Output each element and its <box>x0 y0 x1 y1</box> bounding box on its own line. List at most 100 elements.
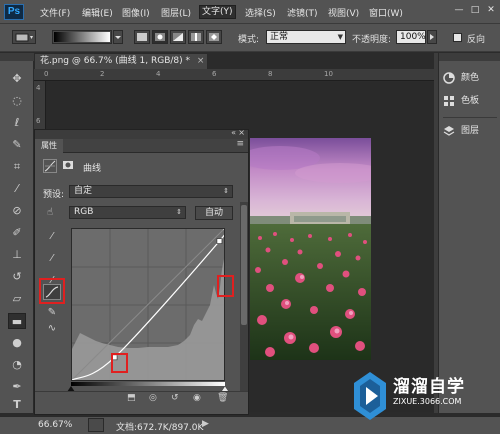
chevron-down-icon: ⇕ <box>223 187 229 195</box>
mask-icon[interactable] <box>61 159 75 173</box>
preset-select[interactable]: 自定 ⇕ <box>69 185 233 198</box>
gradient-picker[interactable] <box>52 30 112 44</box>
brush-tool-icon[interactable]: ✐ <box>8 225 26 241</box>
tab-properties[interactable]: 属性 <box>35 139 63 153</box>
menu-edit[interactable]: 编辑(E) <box>82 6 113 20</box>
minimize-button[interactable]: — <box>452 4 466 16</box>
ruler-tick-label: 8 <box>268 70 273 78</box>
tool-preset-picker[interactable] <box>12 30 36 44</box>
ruler-tick-label: 6 <box>212 70 217 78</box>
menu-image[interactable]: 图像(I) <box>122 6 150 20</box>
preset-label: 预设: <box>43 190 65 200</box>
dodge-tool-icon[interactable]: ◔ <box>8 357 26 373</box>
pen-tool-icon[interactable]: ✒ <box>8 379 26 395</box>
menu-select[interactable]: 选择(S) <box>245 6 276 20</box>
gradient-tool-icon[interactable]: ▬ <box>8 313 26 329</box>
document-info: 文档:672.7K/897.0K <box>116 423 204 433</box>
radial-gradient-button[interactable] <box>152 30 168 44</box>
diamond-gradient-button[interactable] <box>206 30 222 44</box>
curves-graph[interactable] <box>71 227 230 381</box>
menu-filter[interactable]: 滤镜(T) <box>287 6 318 20</box>
panel-menu-icon[interactable]: ≡ <box>236 139 244 149</box>
healing-brush-tool-icon[interactable]: ⊘ <box>8 203 26 219</box>
opacity-label: 不透明度: <box>352 35 392 45</box>
smooth-curve-icon[interactable]: ∿ <box>45 322 59 336</box>
delete-icon[interactable]: 🗑 <box>217 393 228 403</box>
gradient-dropdown[interactable] <box>113 30 123 44</box>
curves-adjustment-icon <box>43 159 57 173</box>
gray-point-eyedropper-icon[interactable]: ⁄ <box>45 252 59 266</box>
status-export-icon[interactable] <box>88 418 104 432</box>
toolbox-header <box>0 53 34 61</box>
panel-title-strip[interactable]: « × <box>35 128 248 139</box>
reverse-label: 反向 <box>467 35 486 45</box>
reflected-gradient-button[interactable] <box>188 30 204 44</box>
chevron-down-icon <box>115 36 121 39</box>
right-panel-dock: 颜色 色板 图层 <box>438 53 500 413</box>
document-tab[interactable]: 花.png @ 66.7% (曲线 1, RGB/8) * × <box>34 53 208 69</box>
gradient-swatch-icon <box>54 32 110 42</box>
ruler-top: 0 2 4 6 8 10 <box>34 69 434 81</box>
black-point-eyedropper-icon[interactable]: ⁄ <box>45 230 59 244</box>
clip-to-layer-icon[interactable]: ⬒ <box>127 393 136 403</box>
menu-type[interactable]: 文字(Y) <box>199 5 236 19</box>
menu-layer[interactable]: 图层(L) <box>161 6 191 20</box>
linear-gradient-icon <box>137 33 147 41</box>
linear-gradient-button[interactable] <box>134 30 150 44</box>
reverse-checkbox[interactable] <box>453 33 462 42</box>
ruler-tick-label: 10 <box>324 70 333 78</box>
pencil-draw-icon[interactable]: ✎ <box>45 306 59 320</box>
clone-stamp-tool-icon[interactable]: ⊥ <box>8 247 26 263</box>
chevron-right-icon[interactable]: ▶ <box>202 419 209 429</box>
maximize-button[interactable]: □ <box>468 4 482 16</box>
visibility-eye-icon[interactable]: ◉ <box>193 393 201 403</box>
highlight-highlight-point <box>217 275 234 297</box>
close-icon[interactable]: × <box>238 128 245 137</box>
menu-bar: Ps 文件(F) 编辑(E) 图像(I) 图层(L) 文字(Y) 选择(S) 滤… <box>0 0 500 24</box>
close-icon[interactable]: × <box>197 56 205 66</box>
mode-select[interactable]: 正常 ▼ <box>266 30 346 44</box>
targeted-adjustment-hand-icon[interactable]: ☝ <box>43 206 57 220</box>
angle-gradient-icon <box>173 33 183 41</box>
flower-field-image[interactable] <box>250 138 371 360</box>
menu-view[interactable]: 视图(V) <box>328 6 359 20</box>
move-tool-icon[interactable]: ✥ <box>8 71 26 87</box>
history-brush-tool-icon[interactable]: ↺ <box>8 269 26 285</box>
dock-item-label: 色板 <box>461 96 480 106</box>
type-tool-icon[interactable]: T <box>8 397 26 413</box>
angle-gradient-button[interactable] <box>170 30 186 44</box>
preset-value: 自定 <box>74 186 93 196</box>
blur-tool-icon[interactable]: ● <box>8 335 26 351</box>
menu-window[interactable]: 窗口(W) <box>369 6 403 20</box>
dock-item-label: 图层 <box>461 126 480 136</box>
highlight-curve-tool <box>39 278 65 304</box>
diamond-gradient-icon <box>209 33 219 41</box>
menu-file[interactable]: 文件(F) <box>40 6 70 20</box>
eyedropper-tool-icon[interactable]: ⁄ <box>8 181 26 197</box>
gradient-tool-icon <box>15 33 33 42</box>
channel-select[interactable]: RGB ⇕ <box>69 206 186 219</box>
radial-gradient-icon <box>155 33 165 41</box>
crop-tool-icon[interactable]: ⌗ <box>8 159 26 175</box>
auto-button[interactable]: 自动 <box>195 206 233 220</box>
close-button[interactable]: ✕ <box>484 4 498 16</box>
quick-select-tool-icon[interactable]: ✎ <box>8 137 26 153</box>
reset-icon[interactable]: ↺ <box>171 393 179 403</box>
channel-value: RGB <box>74 207 94 217</box>
opacity-input[interactable]: 100% <box>396 30 426 44</box>
flower-field-photo <box>250 138 371 360</box>
marquee-tool-icon[interactable]: ◌ <box>8 93 26 109</box>
zoom-level[interactable]: 66.67% <box>38 420 72 430</box>
dock-item-color[interactable]: 颜色 <box>443 70 499 86</box>
dock-item-layers[interactable]: 图层 <box>443 123 499 139</box>
ruler-tick-label: 0 <box>44 70 49 78</box>
curve-control-point[interactable] <box>216 238 223 244</box>
dock-item-swatches[interactable]: 色板 <box>443 93 499 109</box>
opacity-slider-toggle[interactable] <box>427 30 437 44</box>
eraser-tool-icon[interactable]: ▱ <box>8 291 26 307</box>
lasso-tool-icon[interactable]: ℓ <box>8 115 26 131</box>
panel-scrollbar-thumb[interactable] <box>241 205 247 325</box>
view-previous-icon[interactable]: ◎ <box>149 393 157 403</box>
highlight-shadow-point <box>111 353 128 373</box>
collapse-icon[interactable]: « <box>231 128 236 137</box>
